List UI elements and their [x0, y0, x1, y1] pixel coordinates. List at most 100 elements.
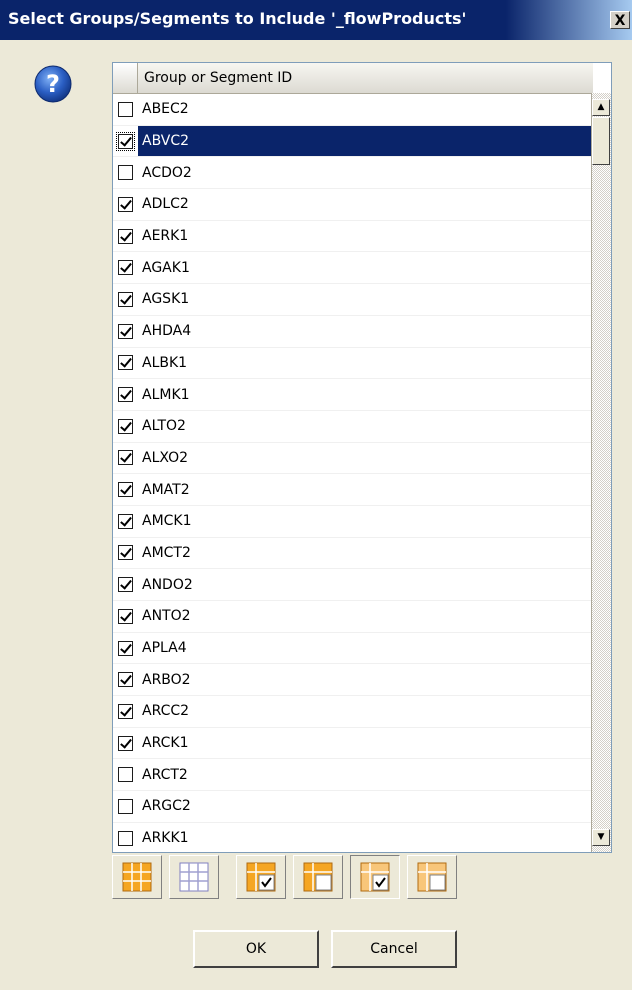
ok-button[interactable]: OK — [193, 930, 319, 968]
row-label: APLA4 — [142, 640, 187, 657]
row-checkbox-cell[interactable] — [113, 94, 138, 125]
scroll-up-button[interactable]: ▲ — [592, 99, 610, 116]
row-checkbox[interactable] — [118, 387, 133, 403]
row-checkbox-cell[interactable] — [113, 348, 138, 379]
row-checkbox[interactable] — [118, 450, 133, 466]
groups-grid[interactable]: Group or Segment ID ABEC2 ABVC2 ACDO2 ADLC2… — [112, 62, 612, 853]
table-row[interactable]: APLA4 — [113, 633, 593, 665]
scroll-thumb[interactable] — [592, 117, 610, 165]
table-row[interactable]: AMAT2 — [113, 474, 593, 506]
row-checkbox-cell[interactable] — [113, 284, 138, 315]
row-checkbox-cell[interactable] — [113, 601, 138, 632]
row-checkbox-cell[interactable] — [113, 157, 138, 188]
row-label: ADLC2 — [142, 196, 189, 213]
table-row[interactable]: ACDO2 — [113, 157, 593, 190]
row-checkbox-cell[interactable] — [113, 791, 138, 822]
row-checkbox-cell[interactable] — [113, 189, 138, 220]
uncheck-selected-button[interactable] — [293, 855, 343, 899]
row-checkbox[interactable] — [118, 608, 133, 624]
row-checkbox-cell[interactable] — [113, 252, 138, 283]
table-row[interactable]: AGSK1 — [113, 284, 593, 316]
row-checkbox[interactable] — [118, 703, 133, 719]
row-checkbox-cell[interactable] — [113, 633, 138, 664]
row-label: ALBK1 — [142, 354, 188, 371]
row-checkbox[interactable] — [118, 228, 133, 244]
row-checkbox-cell[interactable] — [113, 221, 138, 252]
table-row[interactable]: ADLC2 — [113, 189, 593, 221]
table-row[interactable]: ANTO2 — [113, 601, 593, 633]
row-checkbox[interactable] — [118, 418, 133, 434]
row-checkbox[interactable] — [118, 101, 133, 117]
row-checkbox-cell[interactable] — [113, 125, 138, 157]
select-all-grid-button[interactable] — [112, 855, 162, 899]
row-checkbox[interactable] — [118, 798, 133, 814]
table-row[interactable]: ARCK1 — [113, 728, 593, 760]
cancel-button[interactable]: Cancel — [331, 930, 457, 968]
row-checkbox[interactable] — [118, 513, 133, 529]
clear-grid-button[interactable] — [169, 855, 219, 899]
row-checkbox-cell[interactable] — [113, 443, 138, 474]
close-button[interactable]: X — [610, 11, 630, 29]
table-row[interactable]: ABVC2 — [113, 125, 593, 158]
row-checkbox[interactable] — [118, 196, 133, 212]
table-row[interactable]: ARCC2 — [113, 696, 593, 728]
row-checkbox[interactable] — [118, 577, 133, 593]
row-label: ARGC2 — [142, 798, 191, 815]
table-row[interactable]: ARBO2 — [113, 664, 593, 697]
row-label: AGAK1 — [142, 259, 190, 276]
row-checkbox-cell[interactable] — [113, 538, 138, 569]
select-all-grid-icon — [122, 862, 152, 892]
table-row[interactable]: AGAK1 — [113, 252, 593, 285]
row-checkbox[interactable] — [116, 131, 135, 151]
row-label: ARCC2 — [142, 703, 190, 720]
row-checkbox[interactable] — [118, 767, 133, 783]
row-checkbox-cell[interactable] — [113, 411, 138, 442]
row-checkbox-cell[interactable] — [113, 316, 138, 347]
row-label: AMAT2 — [142, 481, 190, 498]
header-check-column[interactable] — [113, 63, 138, 93]
row-checkbox-cell[interactable] — [113, 759, 138, 790]
row-label: ABVC2 — [142, 133, 190, 150]
table-row[interactable]: AMCK1 — [113, 506, 593, 538]
row-checkbox[interactable] — [118, 260, 133, 276]
row-checkbox[interactable] — [118, 545, 133, 561]
row-checkbox-cell[interactable] — [113, 474, 138, 505]
row-checkbox-cell[interactable] — [113, 696, 138, 727]
row-checkbox-cell[interactable] — [113, 379, 138, 410]
column-header-group-id[interactable]: Group or Segment ID — [138, 63, 593, 93]
row-checkbox[interactable] — [118, 672, 133, 688]
table-row[interactable]: ARGC2 — [113, 791, 593, 823]
row-checkbox[interactable] — [118, 323, 133, 339]
uncheck-highlighted-button[interactable] — [407, 855, 457, 899]
row-label: ACDO2 — [142, 164, 192, 181]
row-checkbox-cell[interactable] — [113, 728, 138, 759]
scroll-down-button[interactable]: ▼ — [592, 829, 610, 846]
svg-text:?: ? — [46, 70, 60, 98]
row-checkbox[interactable] — [118, 735, 133, 751]
table-row[interactable]: ARCT2 — [113, 759, 593, 792]
table-row[interactable]: ALBK1 — [113, 348, 593, 380]
row-checkbox[interactable] — [118, 355, 133, 371]
row-checkbox-cell[interactable] — [113, 506, 138, 537]
check-selected-button[interactable] — [236, 855, 286, 899]
table-row[interactable]: ALTO2 — [113, 411, 593, 443]
row-checkbox[interactable] — [118, 830, 133, 846]
table-row[interactable]: ABEC2 — [113, 94, 593, 126]
row-checkbox-cell[interactable] — [113, 664, 138, 695]
row-checkbox[interactable] — [118, 291, 133, 307]
table-row[interactable]: ALXO2 — [113, 443, 593, 475]
row-checkbox-cell[interactable] — [113, 823, 138, 852]
check-highlighted-button[interactable] — [350, 855, 400, 899]
row-label: ARBO2 — [142, 671, 191, 688]
table-row[interactable]: AHDA4 — [113, 316, 593, 348]
table-row[interactable]: AMCT2 — [113, 538, 593, 570]
row-checkbox[interactable] — [118, 482, 133, 498]
row-checkbox[interactable] — [118, 640, 133, 656]
table-row[interactable]: ALMK1 — [113, 379, 593, 411]
vertical-scrollbar[interactable]: ▲ ▼ — [591, 93, 611, 852]
row-checkbox-cell[interactable] — [113, 569, 138, 600]
table-row[interactable]: ARKK1 — [113, 823, 593, 852]
row-checkbox[interactable] — [118, 165, 133, 181]
table-row[interactable]: ANDO2 — [113, 569, 593, 601]
table-row[interactable]: AERK1 — [113, 221, 593, 253]
